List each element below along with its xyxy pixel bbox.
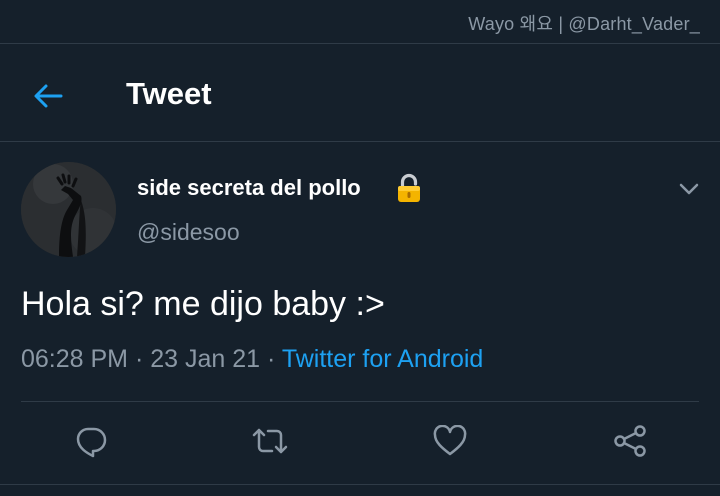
share-button[interactable] (610, 421, 650, 461)
header-divider (0, 141, 720, 142)
back-button[interactable] (30, 78, 66, 114)
username[interactable]: @sidesoo (137, 219, 240, 246)
app-header: Tweet (0, 66, 720, 126)
tweet-time: 06:28 PM (21, 345, 129, 373)
tweet-date: 23 Jan 21 (150, 345, 261, 373)
stats-divider (21, 401, 699, 402)
tweet-text: Hola si? me dijo baby :> (21, 285, 385, 323)
meta-separator: · (267, 345, 276, 373)
bottom-divider (0, 484, 720, 485)
meta-separator: · (134, 345, 144, 373)
retweet-icon (252, 428, 288, 454)
avatar-image (21, 162, 116, 257)
top-divider (0, 43, 720, 44)
display-name[interactable]: side secreta del pollo (137, 175, 361, 201)
share-icon (614, 425, 646, 457)
tweet-meta: 06:28 PM · 23 Jan 21 · Twitter for Andro… (21, 345, 483, 374)
arrow-left-icon (34, 84, 63, 108)
chevron-down-icon[interactable] (676, 176, 702, 202)
avatar[interactable] (21, 162, 116, 257)
tweet-source-link[interactable]: Twitter for Android (282, 345, 483, 373)
retweet-button[interactable] (250, 421, 290, 461)
lock-icon (398, 173, 420, 202)
heart-icon (433, 425, 467, 456)
watermark-text: Wayo 왜요 | @Darht_Vader_ (468, 14, 700, 34)
like-button[interactable] (430, 421, 470, 461)
reply-icon (76, 427, 107, 458)
page-title: Tweet (126, 76, 212, 111)
reply-button[interactable] (71, 421, 111, 461)
